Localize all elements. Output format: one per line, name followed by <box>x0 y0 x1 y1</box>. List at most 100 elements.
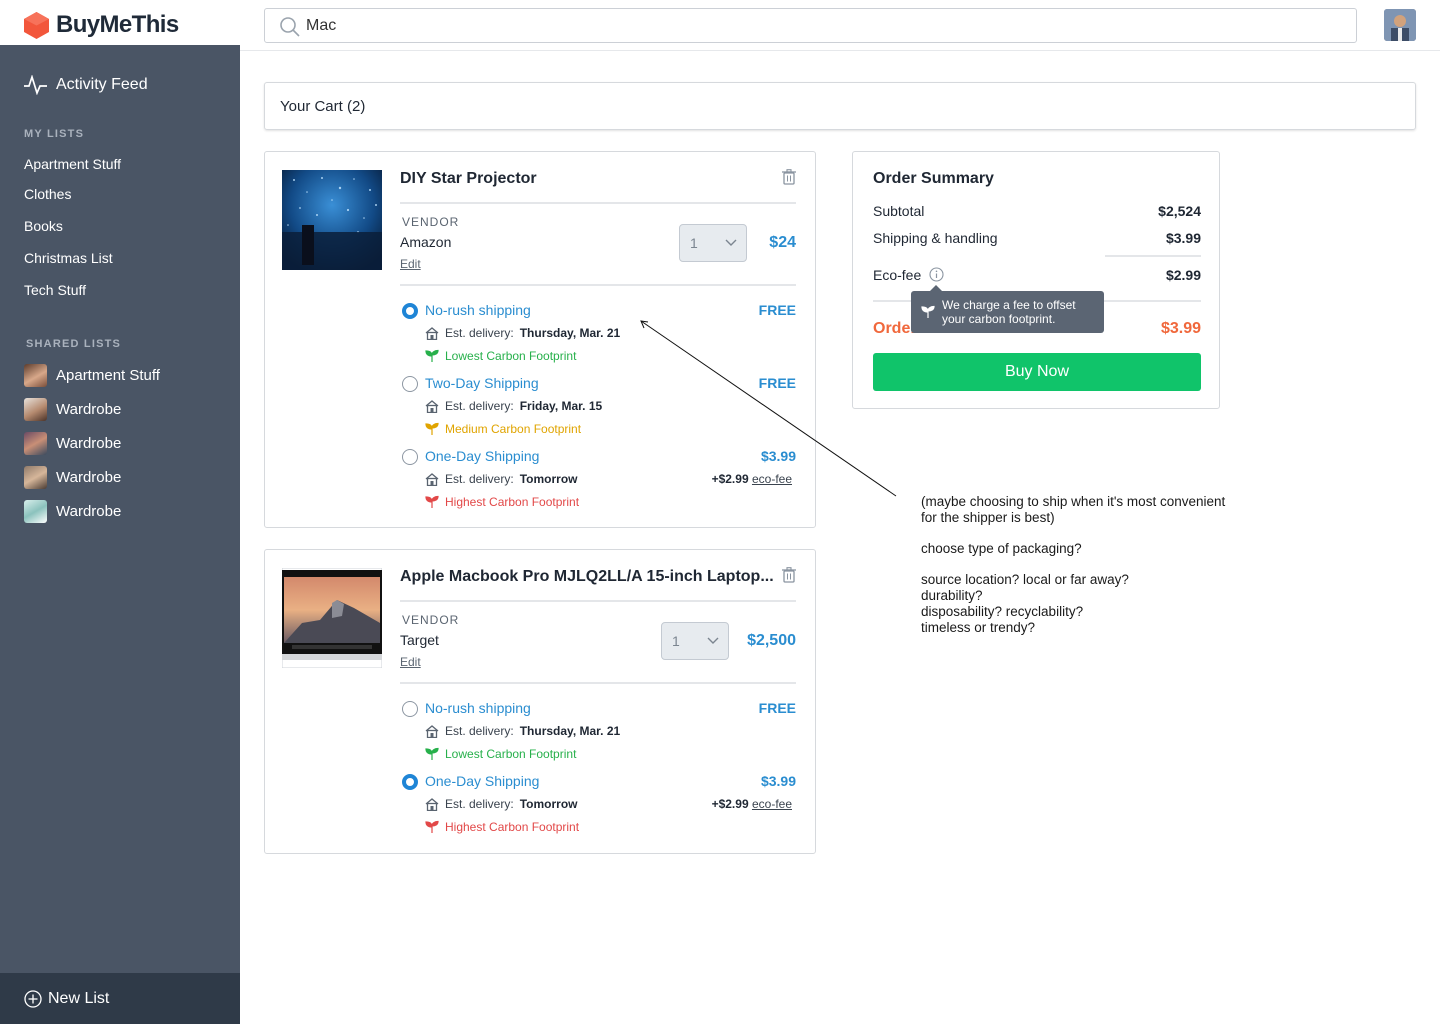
shipping-name[interactable]: One-Day Shipping <box>425 448 539 464</box>
radio-button-selected[interactable] <box>402 774 418 790</box>
shared-lists-heading: SHARED LISTS <box>26 338 122 350</box>
app-root: BuyMeThis Activity Feed MY LISTS Apartme… <box>0 0 1440 1024</box>
tooltip-line: your carbon footprint. <box>942 312 1056 326</box>
house-icon <box>425 797 439 811</box>
divider <box>400 682 796 684</box>
subtotal-row: Subtotal $2,524 <box>873 203 1201 219</box>
order-summary-card: Order Summary Subtotal $2,524 Shipping &… <box>852 151 1220 409</box>
shared-item-wardrobe[interactable]: Wardrobe <box>24 500 121 523</box>
avatar <box>24 466 47 489</box>
info-icon[interactable] <box>929 267 944 282</box>
radio-button[interactable] <box>402 701 418 717</box>
search-bar[interactable] <box>264 8 1357 43</box>
product-title[interactable]: DIY Star Projector <box>400 170 537 188</box>
shared-item-wardrobe[interactable]: Wardrobe <box>24 398 121 421</box>
my-lists-heading: MY LISTS <box>24 128 85 140</box>
footprint-label: Highest Carbon Footprint <box>445 820 580 834</box>
note-line: source location? local or far away? <box>921 572 1129 587</box>
edit-vendor-link[interactable]: Edit <box>400 655 421 669</box>
eco-fee-row: Eco-fee $2.99 <box>873 267 1201 283</box>
top-divider <box>240 50 1440 51</box>
trash-icon[interactable] <box>782 567 796 583</box>
shipping-name[interactable]: No-rush shipping <box>425 302 531 318</box>
trash-icon[interactable] <box>782 169 796 185</box>
vendor-label: VENDOR <box>402 613 460 627</box>
carbon-footprint-low: Lowest Carbon Footprint <box>425 349 576 363</box>
carbon-footprint-high: Highest Carbon Footprint <box>425 495 579 509</box>
eco-fee-note: +$2.99 eco-fee <box>712 472 792 486</box>
carbon-footprint-low: Lowest Carbon Footprint <box>425 747 576 761</box>
search-input[interactable] <box>306 15 1306 37</box>
shipping-name[interactable]: Two-Day Shipping <box>425 375 539 391</box>
delivery-label: Est. delivery: <box>445 326 514 340</box>
shipping-option-one-day[interactable]: One-Day Shipping $3.99 Est. delivery: Tom… <box>401 448 796 509</box>
quantity-value: 1 <box>690 235 698 251</box>
sprout-icon <box>425 820 439 833</box>
cart-item-card: Apple Macbook Pro MJLQ2LL/A 15-inch Lapt… <box>264 549 816 854</box>
radio-button-selected[interactable] <box>402 303 418 319</box>
house-icon <box>425 724 439 738</box>
product-title[interactable]: Apple Macbook Pro MJLQ2LL/A 15-inch Lapt… <box>400 568 774 586</box>
house-icon <box>425 326 439 340</box>
eco-fee-link[interactable]: eco-fee <box>752 472 792 486</box>
note-line: (maybe choosing to ship when it's most c… <box>921 494 1226 509</box>
eco-fee-value: $2.99 <box>1165 267 1201 283</box>
divider <box>1105 255 1201 257</box>
shared-item-wardrobe[interactable]: Wardrobe <box>24 432 121 455</box>
user-avatar[interactable] <box>1384 9 1416 41</box>
sidebar-item-clothes[interactable]: Clothes <box>24 186 71 202</box>
delivery-date: Friday, Mar. 15 <box>519 399 603 413</box>
hexagon-logo-icon <box>24 11 49 39</box>
sidebar-item-tech-stuff[interactable]: Tech Stuff <box>24 282 86 298</box>
radio-button[interactable] <box>402 449 418 465</box>
activity-pulse-icon <box>24 75 47 95</box>
cart-item-card: DIY Star Projector VENDOR Amazon Edit 1 … <box>264 151 816 528</box>
house-icon <box>425 399 439 413</box>
vendor-name: Target <box>400 632 439 648</box>
eco-fee-label: Eco-fee <box>873 267 922 283</box>
avatar <box>24 364 47 387</box>
order-total-value: $3.99 <box>1160 320 1201 337</box>
sidebar-item-apartment-stuff[interactable]: Apartment Stuff <box>24 156 121 172</box>
shipping-name[interactable]: No-rush shipping <box>425 700 531 716</box>
buy-now-button[interactable]: Buy Now <box>873 353 1201 391</box>
cart-header: Your Cart (2) <box>264 82 1416 130</box>
sprout-icon <box>921 305 935 318</box>
footprint-label: Highest Carbon Footprint <box>445 495 580 509</box>
edit-vendor-link[interactable]: Edit <box>400 257 421 271</box>
product-image <box>282 170 382 270</box>
shipping-option-two-day[interactable]: Two-Day Shipping FREE Est. delivery: Frid… <box>401 375 796 436</box>
item-price: $2,500 <box>747 632 796 649</box>
new-list-button[interactable]: New List <box>0 973 240 1024</box>
shared-item-label: Wardrobe <box>56 503 122 520</box>
avatar <box>24 432 47 455</box>
plus-circle-icon <box>24 989 42 1008</box>
eco-fee-amount: +$2.99 <box>711 797 749 811</box>
sprout-icon <box>425 747 439 760</box>
sidebar-item-label: Activity Feed <box>56 76 148 93</box>
sidebar-item-books[interactable]: Books <box>24 218 63 234</box>
shared-item-apartment-stuff[interactable]: Apartment Stuff <box>24 364 160 387</box>
shipping-option-one-day[interactable]: One-Day Shipping $3.99 Est. delivery: Tom… <box>401 773 796 834</box>
shipping-name[interactable]: One-Day Shipping <box>425 773 539 789</box>
delivery-label: Est. delivery: <box>445 399 514 413</box>
shipping-option-no-rush[interactable]: No-rush shipping FREE Est. delivery: Thur… <box>401 302 796 363</box>
shipping-option-no-rush[interactable]: No-rush shipping FREE Est. delivery: Thur… <box>401 700 796 761</box>
sidebar-item-activity-feed[interactable]: Activity Feed <box>24 75 148 95</box>
eco-fee-link[interactable]: eco-fee <box>752 797 792 811</box>
quantity-value: 1 <box>672 633 680 649</box>
sidebar-item-christmas-list[interactable]: Christmas List <box>24 250 113 266</box>
shared-item-wardrobe[interactable]: Wardrobe <box>24 466 121 489</box>
delivery-label: Est. delivery: <box>445 797 514 811</box>
logo[interactable]: BuyMeThis <box>24 11 179 39</box>
house-icon <box>425 472 439 486</box>
top-bar: BuyMeThis <box>0 0 1440 45</box>
note-line: for the shipper is best) <box>921 510 1055 525</box>
delivery-date: Thursday, Mar. 21 <box>519 326 621 340</box>
eco-fee-tooltip: We charge a fee to offset your carbon fo… <box>911 285 1104 333</box>
shipping-price: FREE <box>758 700 796 716</box>
delivery-estimate: Est. delivery: Tomorrow <box>425 472 577 486</box>
radio-button[interactable] <box>402 376 418 392</box>
delivery-estimate: Est. delivery: Tomorrow <box>425 797 577 811</box>
order-summary-title: Order Summary <box>873 170 994 187</box>
